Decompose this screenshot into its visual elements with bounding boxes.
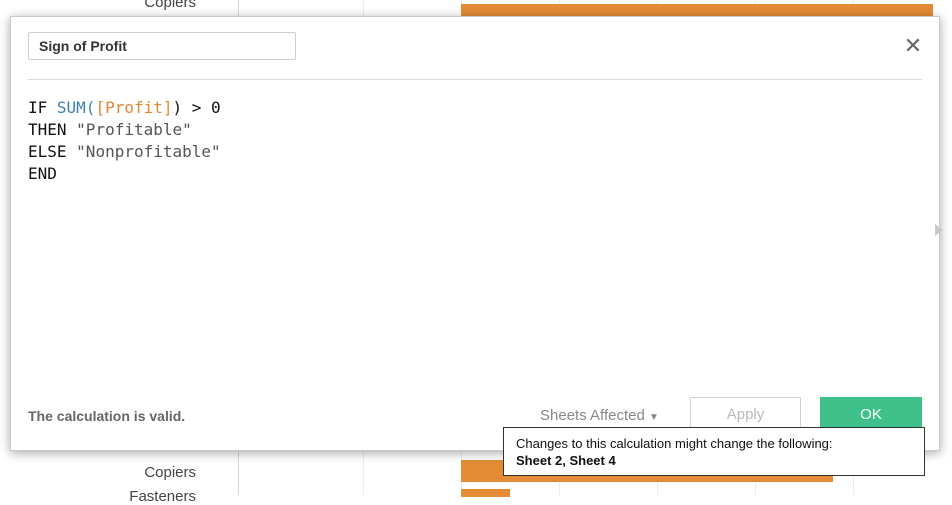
string-literal: "Nonprofitable" [76,142,221,161]
keyword: ELSE [28,142,77,161]
keyword: END [28,164,57,183]
keyword: IF [28,98,57,117]
row-label: Copiers [144,0,196,11]
formula-line-4: END [28,163,922,185]
sheets-affected-label: Sheets Affected [540,407,645,424]
formula-editor[interactable]: IF SUM([Profit]) > 0 THEN "Profitable" ELS… [28,97,922,397]
formula-line-1: IF SUM([Profit]) > 0 [28,97,922,119]
keyword: THEN [28,120,77,139]
sheets-affected-dropdown[interactable]: Sheets Affected ▼ [540,407,659,424]
tooltip-sheet-names: Sheet 2, Sheet 4 [516,453,616,468]
validation-status: The calculation is valid. [28,408,186,424]
formula-line-3: ELSE "Nonprofitable" [28,141,922,163]
expand-arrow-icon[interactable] [935,224,943,236]
field-reference: [Profit] [95,98,173,117]
function-name: SUM( [56,98,96,117]
bar-mark[interactable] [461,489,510,497]
calculation-name-input[interactable]: Sign of Profit [28,32,296,60]
row-label: Copiers [144,464,196,481]
bar-mark[interactable] [461,4,933,16]
sheets-affected-tooltip: Changes to this calculation might change… [503,427,925,476]
divider [28,79,922,80]
calculation-dialog: Sign of Profit ✕ IF SUM([Profit]) > 0 THE… [10,16,940,451]
caret-down-icon: ▼ [648,412,659,423]
string-literal: "Profitable" [76,120,192,139]
formula-line-2: THEN "Profitable" [28,119,922,141]
row-label: Fasteners [129,488,196,505]
tooltip-text: Changes to this calculation might change… [516,436,833,451]
close-icon[interactable]: ✕ [903,35,923,57]
operator: ) > 0 [172,98,221,117]
